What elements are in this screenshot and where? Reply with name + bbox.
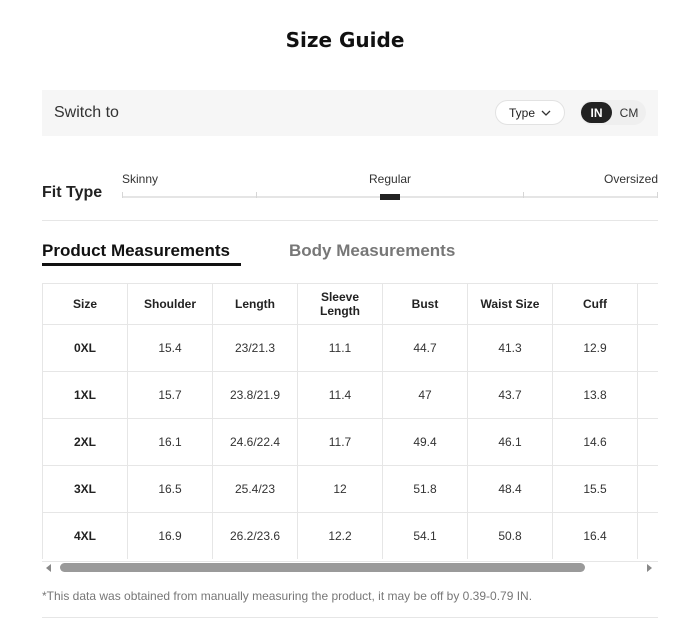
fit-option-regular: Regular xyxy=(369,172,412,186)
triangle-right-icon[interactable] xyxy=(647,564,652,572)
measurements-table: Size Shoulder Length Sleeve Length Bust … xyxy=(42,284,658,559)
fit-option-skinny: Skinny xyxy=(122,172,159,186)
table-row: 4XL 16.9 26.2/23.6 12.2 54.1 50.8 16.4 xyxy=(42,512,658,559)
table-cell: 46.1 xyxy=(467,418,553,466)
table-cell: 12.9 xyxy=(552,324,638,372)
table-cell: 15.7 xyxy=(127,371,213,419)
table-cell: 13.8 xyxy=(552,371,638,419)
measurements-table-container[interactable]: Size Shoulder Length Sleeve Length Bust … xyxy=(42,283,658,562)
fit-scale-tick xyxy=(122,192,123,198)
column-header: Shoulder xyxy=(127,284,213,325)
fit-option-oversized: Oversized xyxy=(604,172,659,186)
tab-body-measurements[interactable]: Body Measurements xyxy=(289,241,455,261)
table-cell xyxy=(637,465,658,513)
table-cell: 11.7 xyxy=(297,418,383,466)
table-cell xyxy=(637,512,658,559)
table-cell: 23/21.3 xyxy=(212,324,298,372)
table-cell: 2XL xyxy=(42,418,128,466)
table-cell: 25.4/23 xyxy=(212,465,298,513)
table-cell xyxy=(637,418,658,466)
page-title: Size Guide xyxy=(285,28,405,52)
table-cell: 47 xyxy=(382,371,468,419)
scrollbar-thumb[interactable] xyxy=(60,563,585,572)
table-cell: 0XL xyxy=(42,324,128,372)
table-cell: 16.5 xyxy=(127,465,213,513)
table-cell: 1XL xyxy=(42,371,128,419)
fit-type-title: Fit Type xyxy=(42,184,103,201)
divider xyxy=(42,220,658,221)
table-cell: 24.6/22.4 xyxy=(212,418,298,466)
table-cell: 4XL xyxy=(42,512,128,559)
table-cell: 49.4 xyxy=(382,418,468,466)
chevron-down-icon xyxy=(541,110,551,116)
column-header: Sleeve Length xyxy=(297,284,383,325)
column-header: Length xyxy=(212,284,298,325)
type-dropdown-button[interactable]: Type xyxy=(495,100,565,125)
fit-type-marker xyxy=(380,194,400,200)
horizontal-scrollbar[interactable] xyxy=(42,561,658,574)
table-row: 3XL 16.5 25.4/23 12 51.8 48.4 15.5 xyxy=(42,465,658,513)
table-cell: 16.1 xyxy=(127,418,213,466)
unit-toggle: IN CM xyxy=(580,100,646,125)
table-cell: 15.5 xyxy=(552,465,638,513)
table-cell: 23.8/21.9 xyxy=(212,371,298,419)
table-cell: 16.9 xyxy=(127,512,213,559)
table-cell: 12.2 xyxy=(297,512,383,559)
type-label: Type xyxy=(508,105,535,120)
column-header: Cuff xyxy=(552,284,638,325)
table-cell: 54.1 xyxy=(382,512,468,559)
fit-scale-tick xyxy=(657,192,658,198)
table-header-row: Size Shoulder Length Sleeve Length Bust … xyxy=(42,284,658,325)
table-cell: 16.4 xyxy=(552,512,638,559)
switch-label: Switch to xyxy=(54,104,119,121)
table-cell: 44.7 xyxy=(382,324,468,372)
table-cell: 14.6 xyxy=(552,418,638,466)
tab-product-measurements[interactable]: Product Measurements xyxy=(42,241,230,261)
triangle-left-icon[interactable] xyxy=(46,564,51,572)
column-header: Waist Size xyxy=(467,284,553,325)
table-row: 0XL 15.4 23/21.3 11.1 44.7 41.3 12.9 xyxy=(42,324,658,372)
table-cell: 50.8 xyxy=(467,512,553,559)
table-cell: 3XL xyxy=(42,465,128,513)
table-cell: 48.4 xyxy=(467,465,553,513)
active-tab-underline xyxy=(42,263,241,266)
table-cell: 43.7 xyxy=(467,371,553,419)
column-header: Size xyxy=(42,284,128,325)
fit-scale-tick xyxy=(256,192,257,198)
table-cell: 26.2/23.6 xyxy=(212,512,298,559)
table-cell: 51.8 xyxy=(382,465,468,513)
unit-switch-bar: Switch to Type IN CM xyxy=(42,90,658,136)
unit-in-button[interactable]: IN xyxy=(581,102,612,123)
table-cell: 11.1 xyxy=(297,324,383,372)
table-cell: 41.3 xyxy=(467,324,553,372)
table-cell xyxy=(637,371,658,419)
column-header: Bust xyxy=(382,284,468,325)
measurement-disclaimer: *This data was obtained from manually me… xyxy=(42,589,533,603)
table-cell: 12 xyxy=(297,465,383,513)
table-cell xyxy=(637,324,658,372)
table-cell: 15.4 xyxy=(127,324,213,372)
table-row: 1XL 15.7 23.8/21.9 11.4 47 43.7 13.8 xyxy=(42,371,658,419)
unit-cm-button[interactable]: CM xyxy=(614,102,644,123)
table-cell: 11.4 xyxy=(297,371,383,419)
column-header xyxy=(637,284,658,325)
table-row: 2XL 16.1 24.6/22.4 11.7 49.4 46.1 14.6 xyxy=(42,418,658,466)
fit-scale-tick xyxy=(523,192,524,198)
